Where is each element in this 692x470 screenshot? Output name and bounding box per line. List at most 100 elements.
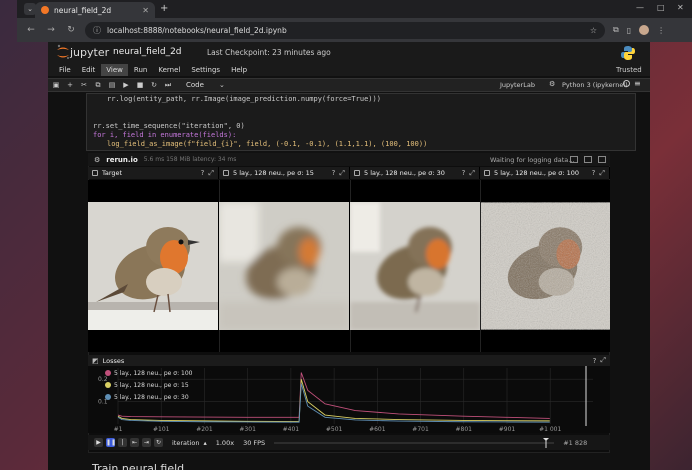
legend-swatch[interactable] xyxy=(105,382,111,388)
timeline-chevron-icon[interactable]: ▴ xyxy=(203,439,206,447)
chart-icon: ◩ xyxy=(92,356,99,365)
x-tick-label: #1 xyxy=(114,426,123,433)
help-icon[interactable]: ? xyxy=(201,169,205,177)
maximize-icon[interactable]: □ xyxy=(657,3,665,12)
losses-panel-header[interactable]: ◩ Losses ? ⤢ xyxy=(88,355,610,366)
y-tick-label: 0.1 xyxy=(98,399,108,406)
menu-edit[interactable]: Edit xyxy=(77,64,101,76)
code-line-4: log_field_as_image(f"field_{i}", field, … xyxy=(107,140,428,148)
menu-kernel[interactable]: Kernel xyxy=(153,64,185,76)
menu-file[interactable]: File xyxy=(54,64,76,76)
help-icon[interactable]: ? xyxy=(332,169,336,177)
x-tick-label: #801 xyxy=(456,426,473,433)
url-text: localhost:8888/notebooks/neural_field_2d… xyxy=(107,25,287,35)
kernel-name[interactable]: Python 3 (ipykernel) xyxy=(562,81,628,89)
left-panel-toggle-icon[interactable] xyxy=(570,156,578,163)
extensions-icon[interactable]: ⧉ xyxy=(613,25,619,35)
legend-swatch[interactable] xyxy=(105,394,111,400)
browser-tab[interactable]: neural_field_2d ✕ xyxy=(35,2,155,18)
close-tab-icon[interactable]: ✕ xyxy=(142,6,149,15)
stop-icon[interactable]: ■ xyxy=(136,81,144,89)
losses-chart[interactable]: #1 #101 #201 #301 #401 #501 #601 #701 #801 #901 #1… xyxy=(88,366,610,433)
panel-title: Target xyxy=(102,169,123,177)
gear-icon[interactable]: ⚙ xyxy=(549,80,555,88)
minimize-icon[interactable]: — xyxy=(636,3,644,12)
panel-title: 5 lay., 128 neu., pe σ: 100 xyxy=(494,169,579,177)
step-back-icon[interactable]: ⇤ xyxy=(130,438,139,447)
help-icon[interactable]: ? xyxy=(462,169,466,177)
panel-header-target[interactable]: Target ? ⤢ xyxy=(88,167,219,179)
reload-icon[interactable]: ↻ xyxy=(65,25,77,35)
losses-title: Losses xyxy=(102,356,125,365)
run-icon[interactable]: ▶ xyxy=(122,81,130,89)
browser-menu-icon[interactable]: ⋮ xyxy=(657,26,665,35)
panel-header-sigma-30[interactable]: 5 lay., 128 neu., pe σ: 30 ? ⤢ xyxy=(350,167,480,179)
legend-label[interactable]: 5 lay., 128 neu., pe σ: 30 xyxy=(114,394,189,401)
image-view-icon xyxy=(223,170,229,176)
code-line-3: for i, field in enumerate(fields): xyxy=(93,131,237,139)
x-tick-label: #601 xyxy=(369,426,386,433)
site-info-icon[interactable]: ⓘ xyxy=(93,25,101,36)
step-forward-icon[interactable]: ⇥ xyxy=(142,438,151,447)
robin-target-image xyxy=(88,202,218,330)
legend-label[interactable]: 5 lay., 128 neu., pe σ: 15 xyxy=(114,382,189,389)
help-icon[interactable]: ? xyxy=(593,357,597,365)
cut-icon[interactable]: ✂ xyxy=(80,81,88,89)
maximize-panel-icon[interactable]: ⤢ xyxy=(600,356,606,365)
pause-icon[interactable]: ❚❚ xyxy=(106,438,116,447)
menu-settings[interactable]: Settings xyxy=(186,64,225,76)
cell-type-select[interactable]: Code xyxy=(178,81,212,89)
right-panel-toggle-icon[interactable] xyxy=(598,156,606,163)
rerun-brand[interactable]: rerun.io xyxy=(106,156,138,164)
playback-fps[interactable]: 30 FPS xyxy=(243,439,265,447)
menu-run[interactable]: Run xyxy=(129,64,152,76)
insert-cell-icon[interactable]: + xyxy=(66,81,74,89)
back-icon[interactable]: ← xyxy=(25,25,37,35)
menu-view[interactable]: View xyxy=(101,64,128,76)
code-line-1: rr.log(entity_path, rr.Image(image_predi… xyxy=(107,95,381,103)
help-icon[interactable]: ? xyxy=(592,169,596,177)
panel-header-sigma-100[interactable]: 5 lay., 128 neu., pe σ: 100 ? ⤢ xyxy=(480,167,610,179)
image-view-icon xyxy=(484,170,490,176)
address-bar[interactable]: ⓘ localhost:8888/notebooks/neural_field_… xyxy=(85,21,605,39)
maximize-panel-icon[interactable]: ⤢ xyxy=(469,169,475,178)
checkpoint-status: Last Checkpoint: 23 minutes ago xyxy=(207,48,331,57)
time-slider[interactable] xyxy=(274,437,555,449)
profile-avatar[interactable] xyxy=(639,25,650,35)
close-window-icon[interactable]: ✕ xyxy=(677,3,684,12)
chevron-down-icon[interactable]: ⌄ xyxy=(218,81,226,89)
sidepanel-icon[interactable]: ▯ xyxy=(627,26,631,35)
trusted-badge[interactable]: Trusted xyxy=(616,66,642,74)
menu-help[interactable]: Help xyxy=(226,64,252,76)
hamburger-menu-icon[interactable]: ≡ xyxy=(634,79,641,88)
play-icon[interactable]: ▶ xyxy=(94,438,103,447)
maximize-panel-icon[interactable]: ⤢ xyxy=(208,169,214,178)
fast-forward-icon[interactable]: ⏭ xyxy=(164,81,172,90)
loop-icon[interactable]: ↻ xyxy=(154,438,163,447)
x-tick-label: #101 xyxy=(153,426,170,433)
panel-header-sigma-15[interactable]: 5 lay., 128 neu., pe σ: 15 ? ⤢ xyxy=(219,167,350,179)
maximize-panel-icon[interactable]: ⤢ xyxy=(599,169,605,178)
new-tab-button[interactable]: + xyxy=(160,3,168,14)
playback-speed[interactable]: 1.00x xyxy=(216,439,234,447)
copy-icon[interactable]: ⧉ xyxy=(94,81,102,90)
jupyterlab-link[interactable]: JupyterLab xyxy=(500,81,535,89)
paste-icon[interactable]: ▤ xyxy=(108,81,116,89)
robin-sigma-15-image xyxy=(219,202,349,330)
follow-icon[interactable]: | xyxy=(118,438,127,447)
save-icon[interactable]: ▣ xyxy=(52,81,60,89)
forward-icon[interactable]: → xyxy=(45,25,57,35)
chart-legend[interactable]: 5 lay., 128 neu., pe σ: 100 5 lay., 128 n… xyxy=(105,370,193,401)
bookmark-star-icon[interactable]: ☆ xyxy=(590,26,597,35)
rerun-menu-icon[interactable]: ⚙ xyxy=(94,156,100,164)
legend-swatch[interactable] xyxy=(105,370,111,376)
restart-icon[interactable]: ↻ xyxy=(150,81,158,89)
timeline-selector[interactable]: iteration xyxy=(172,439,199,447)
notebook-title[interactable]: neural_field_2d xyxy=(113,47,182,57)
code-cell[interactable]: rr.log(entity_path, rr.Image(image_predi… xyxy=(86,93,636,151)
jupyter-logo-icon[interactable] xyxy=(56,44,70,60)
bottom-panel-toggle-icon[interactable] xyxy=(584,156,592,163)
legend-label[interactable]: 5 lay., 128 neu., pe σ: 100 xyxy=(114,370,193,377)
maximize-panel-icon[interactable]: ⤢ xyxy=(339,169,345,178)
timeline-bar: ▶ ❚❚ | ⇤ ⇥ ↻ iteration ▴ 1.00x 30 FPS #1… xyxy=(88,435,610,450)
